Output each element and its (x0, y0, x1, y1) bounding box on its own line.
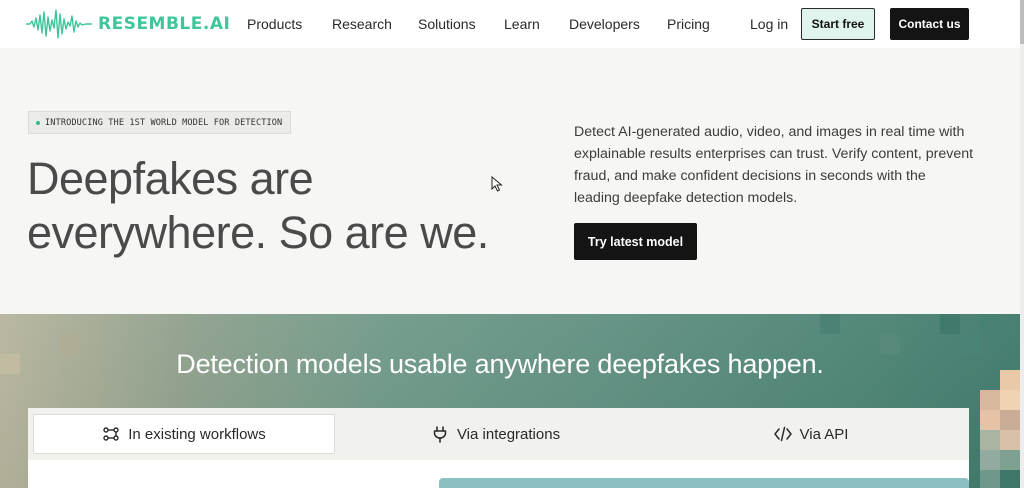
start-free-button[interactable]: Start free (801, 8, 875, 40)
mosaic-pixel (980, 410, 1000, 430)
login-link[interactable]: Log in (750, 16, 788, 32)
mouse-pointer-icon (491, 176, 503, 192)
scrollbar-thumb[interactable] (1020, 0, 1024, 44)
mosaic-pixel (1000, 410, 1020, 430)
mosaic-pixel (940, 314, 960, 334)
tab-api[interactable]: Via API (653, 414, 969, 454)
mosaic-pixel (980, 390, 1000, 410)
status-dot-icon (36, 120, 40, 125)
tab-label: Via API (799, 425, 849, 443)
hero-title-line-2: everywhere. So are we. (27, 207, 489, 258)
announcement-badge[interactable]: INTRODUCING THE 1ST WORLD MODEL FOR DETE… (28, 111, 292, 134)
tab-label: In existing workflows (128, 425, 266, 443)
top-navigation: RESEMBLE.AI Products Research Solutions … (0, 0, 1024, 48)
detection-models-section: Detection models usable anywhere deepfak… (0, 314, 1020, 488)
mosaic-pixel (980, 430, 1000, 450)
waveform-logo-icon (26, 9, 92, 39)
mosaic-pixel (980, 314, 1000, 334)
mosaic-pixel (1000, 450, 1020, 470)
brand-name: RESEMBLE.AI (98, 14, 231, 34)
nav-item-solutions[interactable]: Solutions (418, 16, 504, 32)
tab-content-panel (28, 460, 969, 488)
nav-item-products[interactable]: Products (247, 16, 332, 32)
tab-existing-workflows[interactable]: In existing workflows (33, 414, 335, 454)
mosaic-pixel (1000, 370, 1020, 390)
contact-us-button[interactable]: Contact us (890, 8, 969, 40)
brand-logo[interactable]: RESEMBLE.AI (26, 9, 230, 39)
tab-integrations[interactable]: Via integrations (338, 414, 653, 454)
mosaic-pixel (1000, 390, 1020, 410)
mosaic-pixel (980, 450, 1000, 470)
nav-item-learn[interactable]: Learn (504, 16, 569, 32)
mosaic-pixel (980, 470, 1000, 488)
nav-item-pricing[interactable]: Pricing (667, 16, 737, 32)
usage-tabs: In existing workflows Via integrations V… (28, 408, 969, 488)
announcement-text: INTRODUCING THE 1ST WORLD MODEL FOR DETE… (45, 117, 283, 128)
main-menu: Products Research Solutions Learn Develo… (247, 0, 737, 48)
hero-title-line-1: Deepfakes are (27, 153, 314, 204)
mosaic-pixel (820, 314, 840, 334)
nav-item-research[interactable]: Research (332, 16, 418, 32)
hero-description: Detect AI-generated audio, video, and im… (574, 124, 974, 206)
hero-title: Deepfakes are everywhere. So are we. (27, 152, 527, 260)
section-title: Detection models usable anywhere deepfak… (176, 349, 824, 379)
plug-icon (433, 426, 447, 443)
tab-label: Via integrations (456, 425, 561, 443)
workflow-icon (103, 427, 119, 441)
code-icon (773, 426, 792, 442)
nav-item-developers[interactable]: Developers (569, 16, 667, 32)
page-scrollbar[interactable] (1020, 0, 1024, 488)
mosaic-pixel (1000, 430, 1020, 450)
preview-panel (439, 478, 969, 488)
try-latest-model-button[interactable]: Try latest model (574, 223, 697, 260)
